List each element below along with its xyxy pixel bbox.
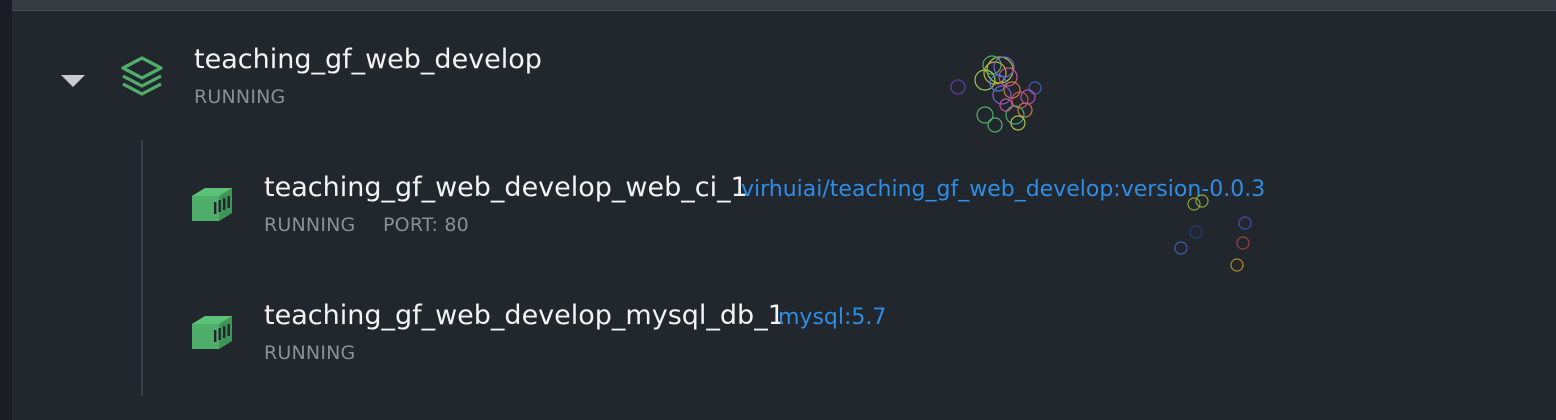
container-icon <box>192 316 232 349</box>
container-port: PORT: 80 <box>383 214 469 236</box>
top-divider-bar <box>12 0 1556 11</box>
tree-connector-line <box>141 140 143 396</box>
container-name: teaching_gf_web_develop_web_ci_1 <box>264 172 748 203</box>
container-status: RUNNING <box>264 342 356 364</box>
stack-name: teaching_gf_web_develop <box>194 44 542 75</box>
collapse-caret-icon[interactable] <box>61 75 85 87</box>
container-name: teaching_gf_web_develop_mysql_db_1 <box>264 300 785 331</box>
container-image-link[interactable]: mysql:5.7 <box>778 304 886 332</box>
stack-status: RUNNING <box>194 86 286 108</box>
container-image-link[interactable]: virhuiai/teaching_gf_web_develop:version… <box>741 176 1265 204</box>
decorative-circles-overlay <box>950 55 1042 133</box>
left-edge-strip <box>0 0 12 420</box>
container-icon <box>192 188 232 221</box>
stack-layers-icon <box>121 56 163 96</box>
container-status: RUNNING <box>264 214 356 236</box>
